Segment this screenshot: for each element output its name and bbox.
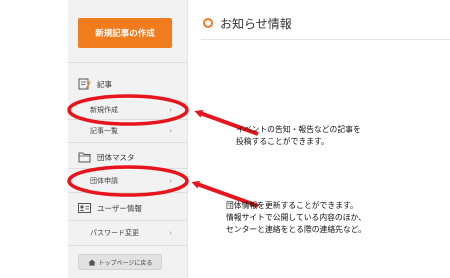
annotation-overlay <box>67 94 259 208</box>
highlight-ellipse-group-apply <box>67 165 189 197</box>
annotation-note-group-apply: 団体情報を更新することができます。 情報サイトで公開している内容のほか、 センタ… <box>226 201 366 234</box>
annotation-note-new-post: イベントの告知・報告などの記事を 投稿することができます。 <box>236 125 361 146</box>
highlight-ellipse-new-post <box>67 94 189 126</box>
